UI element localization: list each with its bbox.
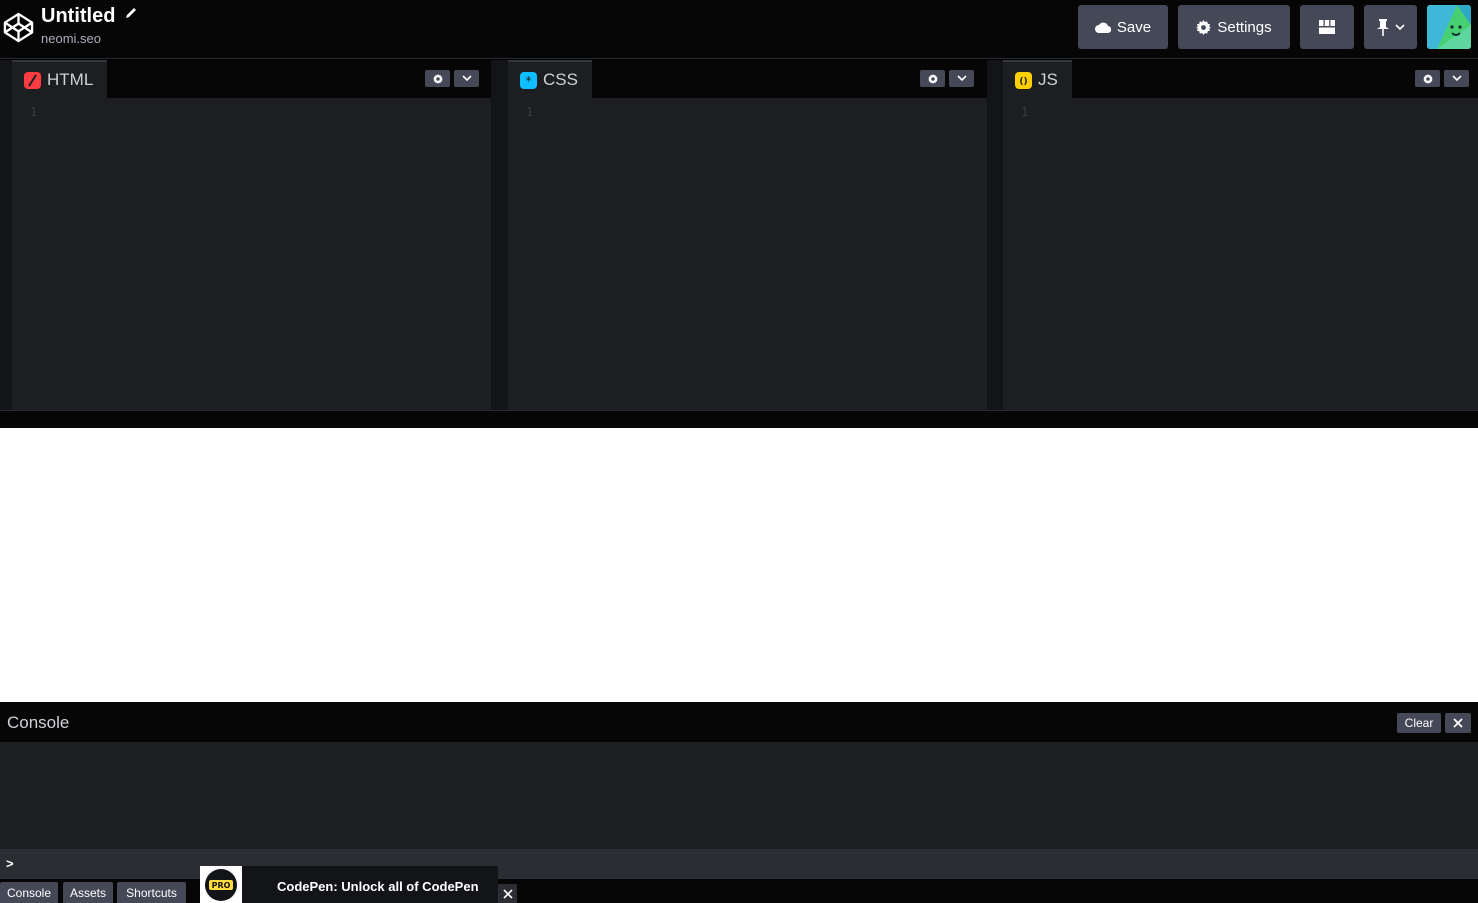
- settings-button-label: Settings: [1217, 18, 1272, 36]
- html-editor-collapse-button[interactable]: [454, 70, 479, 87]
- pin-icon: [1376, 18, 1389, 36]
- chevron-down-icon: [1394, 23, 1405, 30]
- promo-text: CodePen: Unlock all of CodePen: [277, 879, 479, 894]
- js-editor-tab[interactable]: () JS: [1003, 60, 1072, 98]
- pro-badge-icon: PRO: [205, 868, 237, 901]
- pro-badge-text: PRO: [212, 881, 231, 890]
- console-output: [0, 742, 1478, 849]
- css-editor-label: CSS: [543, 70, 578, 89]
- css-icon: *: [520, 71, 537, 89]
- close-icon: [1453, 718, 1463, 728]
- pro-promo-banner[interactable]: PRO CodePen: Unlock all of CodePen: [200, 866, 498, 903]
- gear-icon: [432, 73, 443, 84]
- js-icon: (): [1015, 71, 1032, 89]
- html-editor-label: HTML: [47, 70, 94, 89]
- editor-resize-handle[interactable]: [0, 410, 1478, 428]
- pro-badge: PRO: [200, 866, 242, 903]
- html-editor-tab[interactable]: HTML: [12, 60, 108, 98]
- footer-assets-button[interactable]: Assets: [63, 882, 113, 903]
- css-editor[interactable]: * CSS 1: [508, 60, 987, 410]
- pin-menu-button[interactable]: [1364, 5, 1417, 49]
- js-editor-header: () JS: [1003, 60, 1478, 98]
- chevron-down-icon: [1451, 75, 1462, 82]
- chevron-down-icon: [956, 75, 967, 82]
- layout-grid-icon: [1319, 20, 1335, 34]
- result-preview-frame[interactable]: [0, 428, 1478, 702]
- console-header: Console Clear: [0, 702, 1478, 742]
- js-editor[interactable]: () JS 1: [1003, 60, 1478, 410]
- pen-title[interactable]: Untitled: [41, 4, 115, 28]
- js-editor-label: JS: [1038, 70, 1058, 89]
- css-editor-tab[interactable]: * CSS: [508, 60, 592, 98]
- pen-title-area: Untitled neomi.seo: [41, 4, 138, 46]
- line-number: 1: [526, 105, 534, 119]
- avatar-image: [1427, 5, 1471, 49]
- top-header: Untitled neomi.seo Save Settings: [0, 0, 1478, 59]
- html-editor[interactable]: HTML 1: [12, 60, 491, 410]
- html-editor-header: HTML: [12, 60, 491, 98]
- save-button[interactable]: Save: [1078, 5, 1168, 49]
- css-editor-header: * CSS: [508, 60, 987, 98]
- css-editor-settings-button[interactable]: [920, 70, 945, 87]
- change-view-button[interactable]: [1300, 5, 1354, 49]
- console-close-button[interactable]: [1445, 713, 1471, 733]
- js-editor-settings-button[interactable]: [1415, 70, 1440, 87]
- console-clear-button[interactable]: Clear: [1397, 713, 1441, 733]
- html-icon: [24, 71, 41, 89]
- settings-button[interactable]: Settings: [1178, 5, 1290, 49]
- promo-close-button[interactable]: [498, 884, 517, 903]
- pencil-edit-icon[interactable]: [124, 6, 138, 20]
- html-editor-settings-button[interactable]: [425, 70, 450, 87]
- pen-owner-username[interactable]: neomi.seo: [41, 31, 138, 46]
- footer-shortcuts-button[interactable]: Shortcuts: [117, 882, 186, 903]
- user-avatar[interactable]: [1427, 5, 1471, 49]
- codepen-logo-icon[interactable]: [3, 12, 34, 43]
- gear-icon: [1422, 73, 1433, 84]
- footer-console-button[interactable]: Console: [0, 882, 58, 903]
- chevron-down-icon: [461, 75, 472, 82]
- cloud-icon: [1094, 22, 1111, 33]
- line-number: 1: [1021, 105, 1029, 119]
- close-icon: [502, 888, 513, 899]
- svg-text:(): (): [1019, 77, 1027, 86]
- line-number: 1: [30, 105, 38, 119]
- save-button-label: Save: [1116, 18, 1152, 36]
- gear-icon: [927, 73, 938, 84]
- js-editor-collapse-button[interactable]: [1444, 70, 1469, 87]
- gear-icon: [1196, 19, 1212, 35]
- svg-text:*: *: [526, 75, 532, 86]
- css-editor-collapse-button[interactable]: [949, 70, 974, 87]
- editors-area: HTML 1 * CSS 1 () JS 1: [0, 60, 1478, 410]
- console-title: Console: [7, 713, 70, 732]
